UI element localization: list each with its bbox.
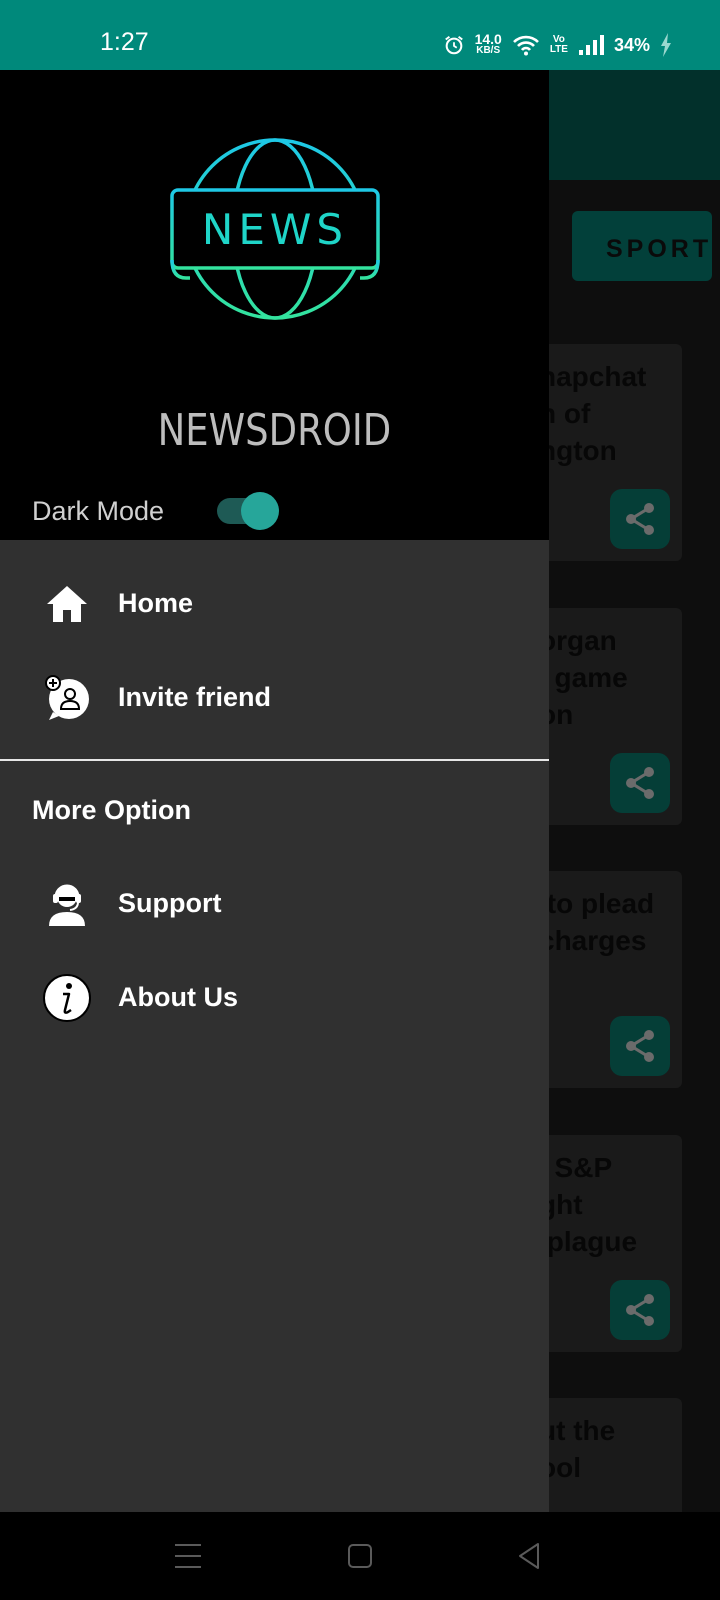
dark-mode-label: Dark Mode xyxy=(32,496,165,526)
news-card[interactable]: to plead charges l xyxy=(549,871,682,1088)
share-icon xyxy=(626,503,654,535)
category-chip-label: SPORT xyxy=(606,235,712,263)
news-card-title: to plead charges l xyxy=(549,888,655,956)
news-card-title: , S&P ght plague xyxy=(549,1152,638,1257)
network-speed-value: 14.0 xyxy=(474,31,502,47)
navigation-drawer: NEWS NEWSDROID Dark Mode Home Invite fri… xyxy=(0,70,549,1512)
drawer-item-about-us[interactable]: About Us xyxy=(0,953,549,1043)
main-toolbar xyxy=(549,70,720,180)
home-square-icon[interactable] xyxy=(342,1538,378,1574)
app-title: NEWSDROID xyxy=(157,405,392,456)
share-icon xyxy=(626,1294,654,1326)
status-time: 1:27 xyxy=(100,28,149,56)
volte-icon: Vo LTE xyxy=(550,35,568,55)
home-icon xyxy=(47,586,87,622)
status-bar: 1:27 14.0 KB/S Vo LTE 34% xyxy=(0,0,720,70)
logo-text: NEWS xyxy=(202,205,348,254)
charging-icon xyxy=(661,33,671,57)
invite-friend-icon xyxy=(45,675,89,720)
section-title-more-option: More Option xyxy=(32,795,191,825)
share-button[interactable] xyxy=(610,489,670,549)
news-card[interactable]: napchat n of ngton xyxy=(549,344,682,561)
news-globe-logo: NEWS xyxy=(170,138,380,320)
menu-icon[interactable] xyxy=(170,1538,206,1574)
drawer-item-home-label: Home xyxy=(118,588,194,618)
share-button[interactable] xyxy=(610,753,670,813)
dark-mode-toggle[interactable] xyxy=(215,492,281,530)
drawer-divider xyxy=(0,759,549,761)
info-icon xyxy=(43,974,91,1022)
back-triangle-icon[interactable] xyxy=(512,1538,548,1574)
drawer-item-support[interactable]: Support xyxy=(0,859,549,949)
share-icon xyxy=(626,1030,654,1062)
drawer-item-support-label: Support xyxy=(118,888,222,918)
news-card[interactable]: , S&P ght plague xyxy=(549,1135,682,1352)
share-button[interactable] xyxy=(610,1280,670,1340)
news-card[interactable]: ut the ool xyxy=(549,1398,682,1512)
network-speed-unit: KB/S xyxy=(476,45,501,56)
news-card-title: ut the ool xyxy=(549,1415,616,1483)
drawer-item-invite-friend[interactable]: Invite friend xyxy=(0,653,549,743)
network-speed: 14.0 KB/S xyxy=(474,31,502,56)
main-content-dimmed[interactable]: SPORT napchat n of ngton organ l game on… xyxy=(549,70,720,1512)
support-icon xyxy=(49,884,85,926)
wifi-icon xyxy=(512,35,539,56)
drawer-item-about-us-label: About Us xyxy=(118,982,238,1012)
news-card-title: organ l game on xyxy=(549,625,628,730)
share-icon xyxy=(626,767,654,799)
alarm-icon xyxy=(444,35,463,55)
status-icons: 14.0 KB/S Vo LTE 34% xyxy=(443,30,672,60)
drawer-item-home[interactable]: Home xyxy=(0,559,549,649)
news-card[interactable]: organ l game on xyxy=(549,608,682,825)
toggle-thumb xyxy=(241,492,279,530)
battery-percent: 34% xyxy=(613,34,650,55)
share-button[interactable] xyxy=(610,1016,670,1076)
news-card-title: napchat n of ngton xyxy=(549,361,647,466)
drawer-item-invite-friend-label: Invite friend xyxy=(118,682,272,712)
volte-bottom: LTE xyxy=(549,44,568,55)
category-chip-sport[interactable]: SPORT xyxy=(572,211,712,281)
system-nav-bar xyxy=(0,1512,720,1600)
drawer-header: NEWS NEWSDROID Dark Mode xyxy=(0,70,549,540)
signal-icon xyxy=(578,35,604,55)
